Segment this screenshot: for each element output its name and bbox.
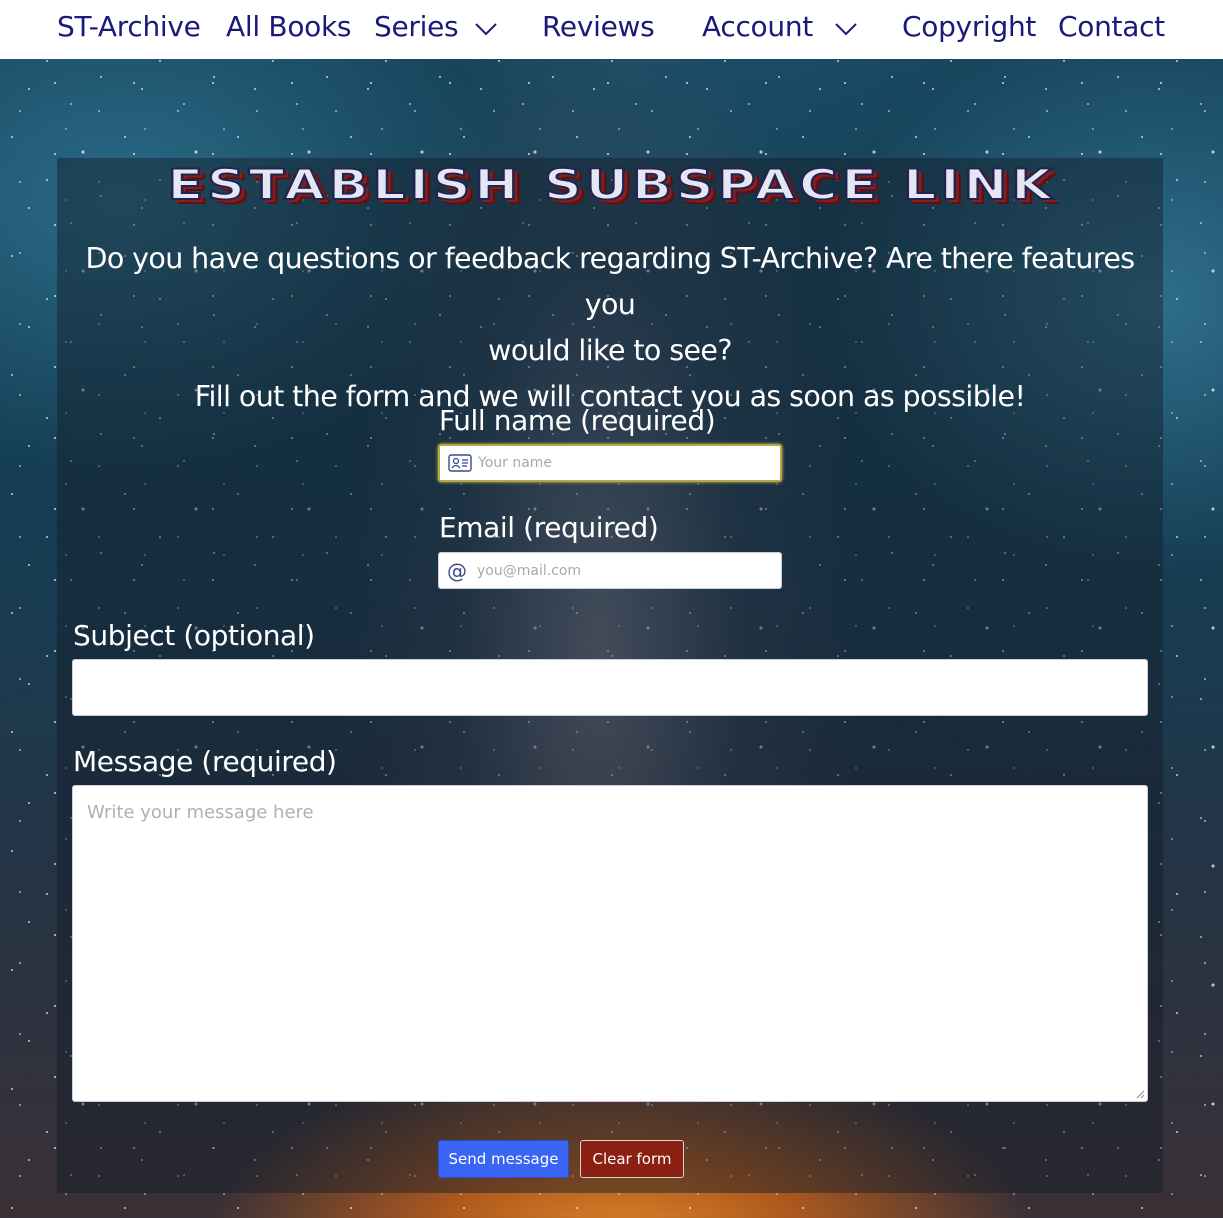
- email-field[interactable]: @: [438, 552, 782, 589]
- email-input[interactable]: [477, 553, 775, 588]
- id-card-icon: [448, 454, 472, 472]
- resize-handle-icon[interactable]: [1135, 1089, 1145, 1099]
- nav-contact[interactable]: Contact: [1058, 10, 1165, 43]
- subject-input[interactable]: [73, 660, 1147, 715]
- nav-series[interactable]: Series: [374, 10, 459, 43]
- nav-reviews[interactable]: Reviews: [542, 10, 655, 43]
- chevron-down-icon[interactable]: [474, 22, 498, 36]
- nav-copyright[interactable]: Copyright: [902, 10, 1036, 43]
- email-label: Email (required): [439, 511, 659, 544]
- brand-link[interactable]: ST-Archive: [57, 10, 201, 43]
- at-icon: @: [447, 558, 467, 583]
- clear-form-button[interactable]: Clear form: [580, 1140, 684, 1178]
- subject-field[interactable]: [72, 659, 1148, 716]
- top-navbar: ST-Archive All Books Series Reviews Acco…: [0, 0, 1223, 59]
- name-label: Full name (required): [439, 404, 716, 437]
- message-label: Message (required): [73, 745, 337, 778]
- intro-line-2: would like to see?: [488, 334, 732, 367]
- chevron-down-icon[interactable]: [834, 22, 858, 36]
- message-field[interactable]: [72, 785, 1148, 1102]
- name-input[interactable]: [478, 446, 774, 480]
- send-message-button[interactable]: Send message: [438, 1140, 569, 1178]
- subject-label: Subject (optional): [73, 619, 315, 652]
- name-field[interactable]: [438, 444, 782, 482]
- intro-line-1: Do you have questions or feedback regard…: [85, 242, 1135, 321]
- nav-account[interactable]: Account: [702, 10, 813, 43]
- nav-all-books[interactable]: All Books: [226, 10, 351, 43]
- message-textarea[interactable]: [73, 786, 1147, 1101]
- page-heading: ESTABLISH SUBSPACE LINK: [166, 159, 1056, 210]
- intro-text: Do you have questions or feedback regard…: [57, 236, 1163, 420]
